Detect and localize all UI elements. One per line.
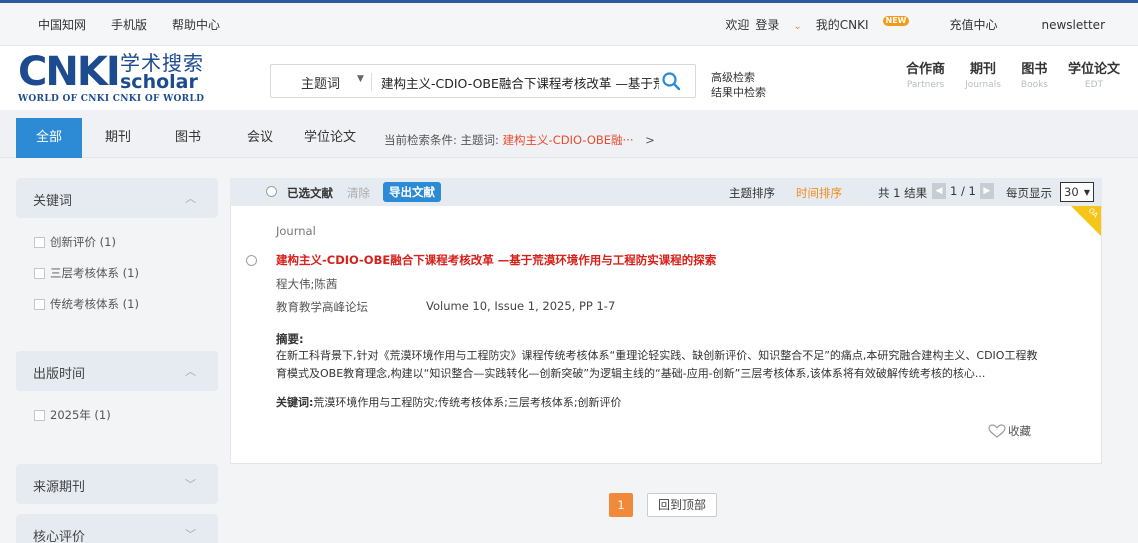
facet-core-header[interactable]: 核心评价 ﹀ — [16, 514, 218, 543]
caret-down-icon[interactable]: ▼ — [357, 74, 364, 84]
link-help[interactable]: 帮助中心 — [172, 16, 220, 33]
page-indicator: 1 / 1 — [950, 184, 976, 198]
tab-journals[interactable]: 期刊 — [96, 118, 140, 158]
facet-title: 核心评价 — [33, 530, 86, 543]
facet-keywords-header[interactable]: 关键词 ︿ — [16, 178, 218, 218]
checkbox[interactable] — [34, 267, 45, 279]
next-page-icon[interactable]: ▶ — [979, 183, 994, 199]
tab-all[interactable]: 全部 — [16, 118, 82, 158]
chevron-down-icon: ⌄ — [793, 21, 802, 32]
facet-item[interactable]: 三层考核体系 (1) — [34, 265, 139, 281]
advanced-links: 高级检索 结果中检索 — [711, 70, 766, 100]
header: CNKI 学术搜索 scholar WORLD OF CNKI CNKI OF … — [0, 46, 1138, 110]
facet-title: 关键词 — [33, 194, 73, 209]
sort-by-topic[interactable]: 主题排序 — [729, 185, 775, 201]
tab-theses[interactable]: 学位论文 — [298, 118, 362, 158]
login-link[interactable]: 登录 ⌄ — [755, 16, 801, 33]
recharge-link[interactable]: 充值中心 — [949, 16, 997, 33]
page-nav: ◀ 1 / 1 ▶ — [932, 183, 994, 199]
result-keywords: 关键词:荒漠环境作用与工程防灾;传统考核体系;三层考核体系;创新评价 — [276, 396, 622, 409]
result-card: OA Journal 建构主义-CDIO-OBE融合下课程考核改革 —基于荒漠环… — [230, 206, 1102, 464]
cat-partners[interactable]: 合作商 Partners — [906, 62, 945, 92]
heart-icon — [988, 424, 1006, 438]
page-1-button[interactable]: 1 — [609, 493, 633, 517]
results-toolbar: 已选文献 清除 导出文献 主题排序 时间排序 共 1 结果 ◀ 1 / 1 ▶ … — [230, 178, 1102, 206]
welcome-text: 欢迎 — [725, 18, 750, 32]
total-count: 共 1 结果 — [878, 186, 928, 200]
per-page-label: 每页显示 — [1006, 186, 1052, 200]
search-icon[interactable] — [661, 71, 681, 91]
tab-bar: 全部 期刊 图书 会议 学位论文 当前检索条件: 主题词: 建构主义-CDIO-… — [0, 110, 1138, 158]
result-title-link[interactable]: 建构主义-CDIO-OBE融合下课程考核改革 —基于荒漠环境作用与工程防实课程的… — [276, 252, 716, 268]
facet-pubdate-header[interactable]: 出版时间 ︿ — [16, 351, 218, 391]
result-abstract: 在新工科背景下,针对《荒漠环境作用与工程防灾》课程传统考核体系“重理论轻实践、缺… — [276, 349, 1038, 380]
result-select-radio[interactable] — [246, 255, 257, 266]
top-bar: 中国知网 手机版 帮助中心 欢迎 登录 ⌄ 我的CNKI NEW 充值中心 news… — [0, 0, 1138, 46]
logo-scholar: scholar — [120, 71, 198, 93]
favorite-button[interactable]: 收藏 — [988, 423, 1031, 439]
back-to-top-button[interactable]: 回到顶部 — [647, 493, 718, 517]
facet-item[interactable]: 传统考核体系 (1) — [34, 296, 139, 312]
caret-down-icon: ▼ — [1083, 188, 1090, 197]
cat-theses[interactable]: 学位论文 EDT — [1068, 62, 1120, 92]
logo-main: CNKI — [18, 49, 121, 95]
pagination: 1 回到顶部 — [609, 493, 718, 517]
chevron-down-icon: ﹀ — [185, 528, 196, 541]
divider — [371, 73, 372, 91]
cnki-scholar-logo[interactable]: CNKI 学术搜索 scholar WORLD OF CNKI CNKI OF … — [18, 52, 208, 104]
advanced-search-link[interactable]: 高级检索 — [711, 70, 766, 85]
crumb-label: 当前检索条件: 主题词: — [384, 133, 499, 147]
search-within-link[interactable]: 结果中检索 — [711, 85, 766, 100]
newsletter-link[interactable]: newsletter — [1042, 18, 1106, 32]
category-nav: 合作商 Partners 期刊 Journals 图书 Books 学位论文 EDT — [886, 62, 1120, 92]
link-cnki-home[interactable]: 中国知网 — [38, 16, 86, 33]
crumb-arrow-icon[interactable]: > — [645, 133, 655, 147]
tab-books[interactable]: 图书 — [166, 118, 210, 158]
chevron-down-icon: ﹀ — [185, 478, 196, 491]
selected-docs[interactable]: 已选文献 — [287, 185, 333, 201]
crumb-value[interactable]: 建构主义-CDIO-OBE融··· — [503, 133, 634, 147]
facet-item[interactable]: 创新评价 (1) — [34, 234, 116, 250]
chevron-up-icon: ︿ — [185, 192, 196, 205]
facet-source-header[interactable]: 来源期刊 ﹀ — [16, 464, 218, 504]
checkbox[interactable] — [34, 298, 45, 310]
result-volume: Volume 10, Issue 1, 2025, PP 1-7 — [426, 299, 616, 313]
search-field-select[interactable]: 主题词 — [301, 73, 340, 92]
facet-title: 出版时间 — [33, 367, 86, 382]
per-page-select[interactable]: 30 ▼ — [1060, 182, 1094, 202]
new-badge: NEW — [882, 16, 910, 26]
facet-item[interactable]: 2025年 (1) — [34, 407, 111, 423]
cat-journals[interactable]: 期刊 Journals — [965, 62, 1001, 92]
my-cnki-link[interactable]: 我的CNKI NEW — [816, 16, 910, 33]
result-type: Journal — [276, 224, 316, 238]
link-mobile[interactable]: 手机版 — [111, 16, 147, 33]
prev-page-icon[interactable]: ◀ — [932, 183, 946, 199]
sort-by-time[interactable]: 时间排序 — [796, 185, 842, 201]
abstract-label: 摘要: — [276, 332, 304, 346]
cat-books[interactable]: 图书 Books — [1021, 62, 1048, 92]
result-source[interactable]: 教育教学高峰论坛 — [276, 299, 368, 315]
search-box: 主题词 ▼ 建构主义-CDIO-OBE融合下课程考核改革 —基于荒漠环境作用与工… — [270, 64, 696, 98]
chevron-up-icon: ︿ — [185, 365, 196, 378]
breadcrumb: 当前检索条件: 主题词: 建构主义-CDIO-OBE融··· > — [384, 132, 655, 148]
search-input[interactable]: 建构主义-CDIO-OBE融合下课程考核改革 —基于荒漠环境作用与工程防实 — [381, 73, 659, 92]
result-authors[interactable]: 程大伟;陈茜 — [276, 276, 337, 292]
favorite-label: 收藏 — [1008, 424, 1031, 438]
clear-button[interactable]: 清除 — [347, 185, 370, 201]
select-all-radio[interactable] — [266, 186, 277, 197]
tab-conference[interactable]: 会议 — [238, 118, 282, 158]
top-left-links: 中国知网 手机版 帮助中心 — [38, 16, 220, 33]
export-button[interactable]: 导出文献 — [383, 182, 441, 202]
facet-title: 来源期刊 — [33, 480, 86, 495]
logo-subtitle: WORLD OF CNKI CNKI OF WORLD — [18, 94, 205, 104]
checkbox[interactable] — [34, 409, 45, 421]
checkbox[interactable] — [34, 236, 45, 248]
top-right-links: 欢迎 登录 ⌄ 我的CNKI NEW 充值中心 newsletter — [725, 16, 1105, 33]
